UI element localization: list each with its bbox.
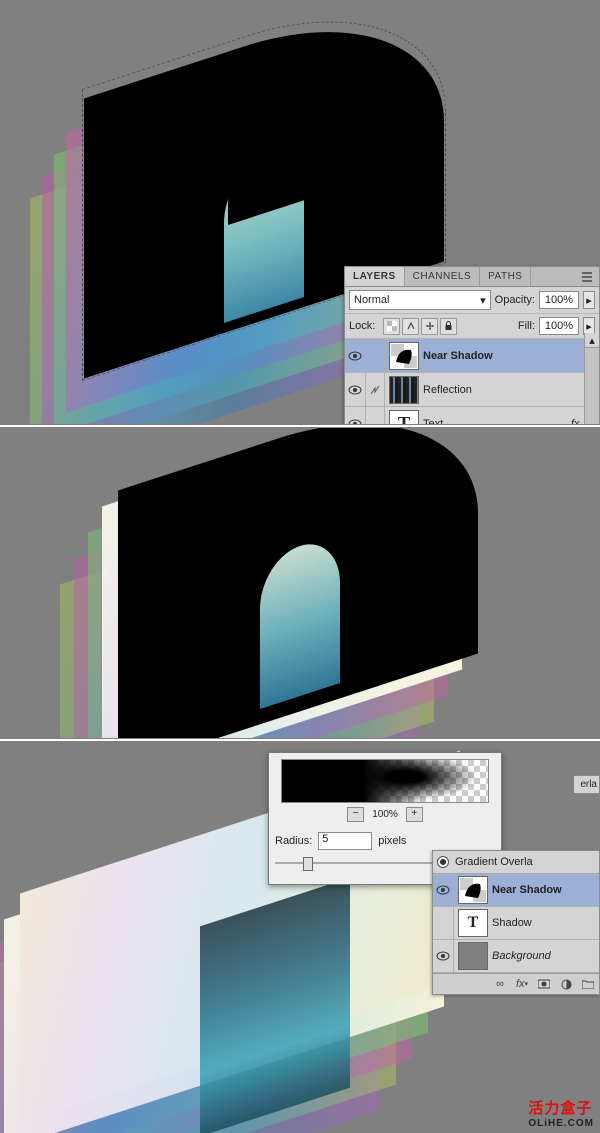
new-group-icon[interactable] — [581, 977, 595, 991]
layer-thumbnail[interactable] — [458, 876, 488, 904]
opacity-input[interactable]: 100% — [539, 291, 579, 309]
visibility-toggle[interactable] — [433, 907, 454, 939]
layer-row-shadow[interactable]: T Shadow — [433, 907, 599, 940]
tab-channels[interactable]: CHANNELS — [405, 267, 480, 286]
style-gradient-overlay-row[interactable]: Gradient Overla — [433, 851, 599, 874]
radius-unit: pixels — [378, 835, 406, 847]
radius-input[interactable]: 5 — [318, 832, 372, 850]
lock-fill-row: Lock: Fill: 100% ▸ — [345, 314, 599, 339]
layer-row-reflection[interactable]: Reflection — [345, 373, 599, 407]
layer-row-near-shadow[interactable]: Near Shadow — [433, 874, 599, 907]
lock-label: Lock: — [349, 320, 375, 332]
layers-panel-fragment: Gradient Overla Near Shadow T Shadow Bac… — [432, 850, 600, 995]
zoom-out-button[interactable]: − — [347, 807, 364, 822]
layer-name[interactable]: Text — [423, 418, 565, 425]
lock-all-icon[interactable] — [440, 318, 457, 335]
style-overlay-label-cut: erla — [574, 775, 600, 794]
tab-paths[interactable]: PATHS — [480, 267, 531, 286]
layer-list: Near Shadow Reflection T Text fx ▸ — [345, 339, 599, 424]
opacity-label: Opacity: — [495, 294, 535, 306]
fx-badge[interactable]: fx — [565, 418, 586, 425]
chevron-down-icon: ▾ — [480, 294, 486, 307]
step-divider — [0, 425, 600, 427]
layer-row-near-shadow[interactable]: Near Shadow — [345, 339, 599, 373]
radius-label: Radius: — [275, 835, 312, 847]
layer-row-background[interactable]: Background — [433, 940, 599, 973]
link-column[interactable] — [366, 339, 385, 372]
text-layer-thumbnail[interactable]: T — [458, 909, 488, 937]
zoom-value: 100% — [372, 809, 398, 820]
panel-menu-icon[interactable] — [575, 267, 599, 286]
layers-panel: LAYERS CHANNELS PATHS Normal ▾ Opacity: … — [344, 266, 600, 424]
blend-mode-value: Normal — [354, 294, 389, 306]
panel-tabs: LAYERS CHANNELS PATHS — [345, 267, 599, 287]
tutorial-step-2 — [0, 428, 600, 738]
layer-name[interactable]: Background — [492, 950, 599, 962]
clip-indicator[interactable] — [366, 373, 385, 406]
text-layer-thumbnail[interactable]: T — [389, 410, 419, 425]
lock-position-icon[interactable] — [421, 318, 438, 335]
blur-preview[interactable] — [281, 759, 489, 803]
radio-selected-icon[interactable] — [437, 856, 449, 868]
opacity-flyout-icon[interactable]: ▸ — [583, 291, 595, 309]
layer-thumbnail[interactable] — [458, 942, 488, 970]
link-column[interactable] — [366, 407, 385, 424]
blend-opacity-row: Normal ▾ Opacity: 100% ▸ — [345, 287, 599, 314]
lock-pixels-icon[interactable] — [402, 318, 419, 335]
visibility-toggle[interactable] — [345, 339, 366, 372]
new-adjustment-icon[interactable] — [559, 977, 573, 991]
layer-thumbnail[interactable] — [389, 376, 419, 404]
watermark: 活力盒子 OLiHE.COM — [528, 1097, 594, 1129]
lock-transparency-icon[interactable] — [383, 318, 400, 335]
visibility-toggle[interactable] — [433, 874, 454, 906]
visibility-toggle[interactable] — [345, 373, 366, 406]
layer-name[interactable]: Near Shadow — [423, 350, 599, 362]
slider-knob[interactable] — [303, 857, 313, 871]
link-layers-icon[interactable]: ∞ — [493, 977, 507, 991]
layer-name[interactable]: Reflection — [423, 384, 599, 396]
fill-input[interactable]: 100% — [539, 317, 579, 335]
blend-mode-select[interactable]: Normal ▾ — [349, 290, 491, 310]
fill-label: Fill: — [518, 320, 535, 332]
zoom-in-button[interactable]: + — [406, 807, 423, 822]
visibility-toggle[interactable] — [345, 407, 366, 424]
layer-name[interactable]: Shadow — [492, 917, 599, 929]
panel-bottom-bar: ∞ fx▾ — [433, 973, 599, 994]
panel-scrollbar[interactable]: ▴ ▾ — [584, 333, 599, 424]
layer-name[interactable]: Near Shadow — [492, 884, 599, 896]
tab-layers[interactable]: LAYERS — [345, 267, 405, 286]
scroll-up-icon[interactable]: ▴ — [585, 333, 599, 348]
tutorial-step-1: LAYERS CHANNELS PATHS Normal ▾ Opacity: … — [0, 0, 600, 424]
step-divider — [0, 739, 600, 741]
style-name: Gradient Overla — [455, 856, 533, 868]
tutorial-step-3: − 100% + Radius: 5 pixels erla Gradient … — [0, 742, 600, 1133]
add-style-icon[interactable]: fx▾ — [515, 977, 529, 991]
visibility-toggle[interactable] — [433, 940, 454, 972]
layer-row-text[interactable]: T Text fx ▸ — [345, 407, 599, 424]
add-mask-icon[interactable] — [537, 977, 551, 991]
layer-thumbnail[interactable] — [389, 342, 419, 370]
